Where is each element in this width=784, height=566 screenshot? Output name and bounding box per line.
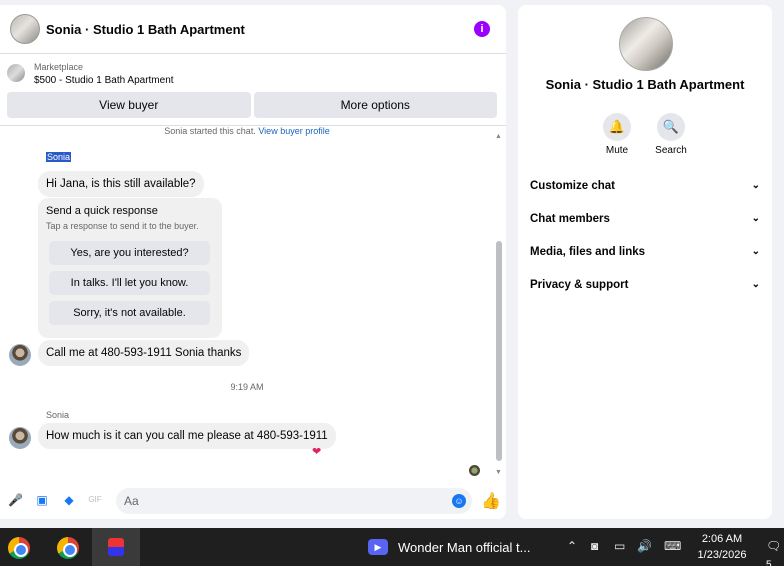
search-label: Search	[655, 145, 687, 156]
row-label: Customize chat	[530, 180, 615, 192]
microphone-icon[interactable]: 🎤	[8, 493, 23, 507]
gif-icon[interactable]: GIF	[88, 493, 102, 507]
listing-price-title: $500 - Studio 1 Bath Apartment	[34, 75, 174, 86]
message-bubble[interactable]: How much is it can you call me please at…	[38, 423, 336, 449]
listing-actions: View buyer More options	[7, 92, 497, 118]
view-buyer-button[interactable]: View buyer	[7, 92, 251, 118]
chrome-icon[interactable]	[8, 537, 30, 559]
listing-avatar-large	[619, 17, 673, 71]
mute-label: Mute	[605, 145, 629, 156]
network-icon[interactable]: ▭	[614, 539, 625, 553]
notification-icon[interactable]: 🗨5	[766, 539, 784, 566]
chat-title[interactable]: Sonia · Studio 1 Bath Apartment	[46, 22, 245, 37]
sender-name: Sonia	[46, 410, 70, 420]
chat-members-row[interactable]: Chat members ⌄	[530, 213, 760, 233]
chat-header: Sonia · Studio 1 Bath Apartment i	[0, 5, 506, 54]
row-label: Privacy & support	[530, 279, 629, 291]
quick-response-card: Send a quick response Tap a response to …	[38, 198, 222, 338]
buyer-avatar[interactable]	[9, 427, 31, 449]
chat-started-notice: Sonia started this chat. View buyer prof…	[0, 126, 494, 136]
chat-window: Sonia · Studio 1 Bath Apartment i Market…	[0, 5, 506, 519]
heart-reaction-icon[interactable]: ❤	[312, 445, 321, 458]
search-button[interactable]: 🔍 Search	[651, 113, 691, 156]
started-text: Sonia started this chat.	[164, 126, 256, 136]
media-title[interactable]: Wonder Man official t...	[398, 540, 530, 555]
quick-response-title: Send a quick response	[46, 205, 158, 217]
thumbs-up-icon[interactable]: 👍	[481, 491, 501, 511]
seen-avatar	[469, 465, 480, 476]
listing-thumbnail	[7, 64, 25, 82]
quick-response-not-available[interactable]: Sorry, it's not available.	[49, 301, 210, 325]
mute-button[interactable]: 🔔 Mute	[597, 113, 637, 156]
clock-time: 2:06 AM	[701, 533, 743, 545]
system-clock[interactable]: 2:06 AM 1/23/2026	[694, 531, 750, 563]
quick-response-in-talks[interactable]: In talks. I'll let you know.	[49, 271, 210, 295]
keyboard-icon[interactable]: ⌨	[664, 539, 681, 553]
camera-icon[interactable]: ◙	[591, 539, 598, 553]
quick-response-yes[interactable]: Yes, are you interested?	[49, 241, 210, 265]
chat-info-panel: Sonia · Studio 1 Bath Apartment 🔔 Mute 🔍…	[518, 5, 772, 519]
sticker-icon[interactable]: ◆	[62, 493, 76, 507]
taskbar: ▶ Wonder Man official t... ⌃ ◙ ▭ 🔊 ⌨ 2:0…	[0, 528, 784, 566]
chevron-down-icon: ⌄	[751, 213, 760, 224]
marketplace-listing[interactable]: Marketplace $500 - Studio 1 Bath Apartme…	[0, 55, 506, 91]
chevron-down-icon: ⌄	[751, 246, 760, 257]
bell-icon: 🔔	[603, 113, 631, 141]
tray-chevron-up-icon[interactable]: ⌃	[567, 539, 577, 553]
emoji-icon[interactable]: ☺	[452, 494, 466, 508]
media-play-icon[interactable]: ▶	[368, 539, 388, 555]
chevron-down-icon: ⌄	[751, 279, 760, 290]
more-options-button[interactable]: More options	[253, 92, 497, 118]
media-files-links-row[interactable]: Media, files and links ⌄	[530, 246, 760, 266]
sender-name: Sonia	[46, 152, 72, 162]
message-bubble[interactable]: Hi Jana, is this still available?	[38, 171, 204, 197]
volume-icon[interactable]: 🔊	[637, 539, 652, 553]
search-icon: 🔍	[657, 113, 685, 141]
message-input[interactable]	[116, 488, 472, 514]
customize-chat-row[interactable]: Customize chat ⌄	[530, 180, 760, 200]
scroll-thumb[interactable]	[496, 241, 502, 461]
message-bubble[interactable]: Call me at 480-593-1911 Sonia thanks	[38, 340, 250, 366]
view-buyer-profile-link[interactable]: View buyer profile	[258, 126, 329, 136]
scroll-down-icon[interactable]: ▼	[495, 469, 502, 476]
notification-count: 5	[766, 559, 772, 566]
marketplace-label: Marketplace	[34, 62, 84, 72]
row-label: Media, files and links	[530, 246, 646, 258]
privacy-support-row[interactable]: Privacy & support ⌄	[530, 279, 760, 299]
photo-icon[interactable]: ▣	[35, 493, 49, 507]
panel-title: Sonia · Studio 1 Bath Apartment	[545, 77, 745, 92]
scroll-up-icon[interactable]: ▲	[495, 133, 502, 140]
listing-avatar[interactable]	[10, 14, 40, 44]
message-composer: 🎤 ▣ ◆ GIF ☺ 👍	[0, 483, 506, 519]
message-timestamp: 9:19 AM	[230, 382, 264, 392]
buyer-avatar[interactable]	[9, 344, 31, 366]
chat-scrollbar[interactable]: ▲ ▼	[495, 131, 503, 476]
app-icon	[108, 538, 124, 556]
quick-response-subtitle: Tap a response to send it to the buyer.	[46, 221, 199, 231]
chevron-down-icon: ⌄	[751, 180, 760, 191]
info-icon[interactable]: i	[474, 21, 490, 37]
row-label: Chat members	[530, 213, 610, 225]
clock-date: 1/23/2026	[697, 549, 747, 561]
taskbar-active-app[interactable]	[92, 528, 140, 566]
chrome-icon[interactable]	[57, 537, 79, 559]
